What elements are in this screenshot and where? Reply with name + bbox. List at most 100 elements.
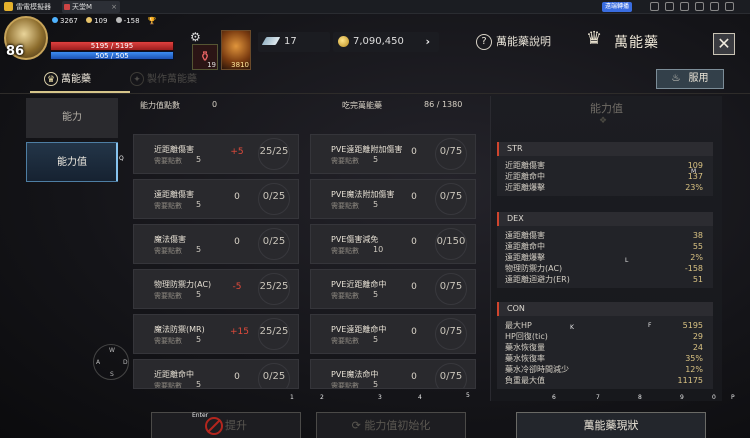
stat-card-name: 魔法傷害: [154, 235, 186, 244]
elixir-status-button[interactable]: 萬能藥現狀: [516, 412, 706, 438]
elixir-tab-icon: ♛: [44, 72, 58, 86]
reset-stats-button[interactable]: ⟳ 能力值初始化: [316, 412, 466, 438]
keyhint-f: F: [648, 322, 652, 329]
stat-card-bonus: -5: [232, 282, 242, 292]
stat-card-need-value: 5: [373, 290, 379, 299]
stat-card[interactable]: 近距離命中 需要點數 5 0 0/25: [133, 359, 299, 389]
stat-row-label: 遠距離傷害: [505, 231, 545, 240]
eaten-value: 86 / 1380: [424, 100, 463, 109]
virtual-joystick[interactable]: W A S D: [93, 344, 129, 380]
keyhint-2: 2: [320, 394, 324, 401]
stat-row: 最大HP 5195: [497, 320, 713, 331]
hud-stats: 3267 109 -158 🏆: [52, 17, 163, 25]
stat-row-label: 遠距離迴避力(ER): [505, 275, 570, 284]
stat-card[interactable]: PVE近距離命中 需要點數 5 0 0/75: [310, 269, 476, 309]
stat-row-label: 物理防禦力(AC): [505, 264, 563, 273]
stat-row-label: HP回復(tic): [505, 332, 548, 341]
keyhint-9: 9: [680, 394, 684, 401]
stat-card[interactable]: 魔法傷害 需要點數 5 0 0/25: [133, 224, 299, 264]
stat-card-progress: 0/25: [262, 191, 286, 202]
stat-card[interactable]: PVE傷害減免 需要點數 10 0 0/150: [310, 224, 476, 264]
stat-row-label: 藥水恢復率: [505, 354, 545, 363]
stat-card-need-value: 5: [373, 380, 379, 389]
stat-card-name: PVE魔法附加傷害: [331, 190, 395, 199]
stat-row-value: 2%: [690, 253, 703, 262]
help-button[interactable]: ? 萬能藥說明: [476, 33, 551, 50]
maximize-icon[interactable]: [710, 2, 719, 11]
stat-card-need-label: 需要點數: [154, 382, 182, 389]
stat-card[interactable]: PVE遠距離命中 需要點數 5 0 0/75: [310, 314, 476, 354]
question-icon: ?: [476, 34, 492, 50]
emulator-tab[interactable]: 天堂M ×: [62, 1, 120, 13]
potion-slot[interactable]: ⚱ 19: [192, 44, 218, 70]
points-value: 0: [212, 100, 218, 109]
page-title: 萬能藥: [614, 35, 659, 51]
keyhint-5: 5: [466, 392, 470, 399]
stat-card-bonus: +5: [230, 147, 244, 157]
stat-row: 藥水恢復率 35%: [497, 353, 713, 364]
window-close-icon[interactable]: [725, 2, 734, 11]
armor-icon: [115, 17, 122, 23]
raise-button[interactable]: 提升: [151, 412, 301, 438]
stat-card[interactable]: 近距離傷害 需要點數 5 +5 25/25: [133, 134, 299, 174]
settings-icon[interactable]: [680, 2, 689, 11]
stat-card-need-label: 需要點數: [154, 337, 182, 345]
window-controls: [650, 2, 740, 14]
chevron-right-icon[interactable]: ›: [425, 32, 430, 52]
keyhint-6: 6: [552, 394, 556, 401]
keyhint-enter: Enter: [192, 412, 209, 419]
tab-close-icon[interactable]: ×: [111, 1, 117, 13]
keyhint-a: A: [96, 359, 101, 366]
stat-card-bonus: 0: [234, 192, 240, 202]
stat-card-need-label: 需要點數: [154, 292, 182, 300]
keyhint-1: 1: [290, 394, 294, 401]
stat-card[interactable]: PVE遠距離附加傷害 需要點數 5 0 0/75: [310, 134, 476, 174]
game-screen: 86 3267 109 -158 🏆 5195 / 5195 505 / 505…: [0, 14, 750, 438]
stat-group-header: STR: [497, 142, 713, 156]
sidebar-item-stats[interactable]: 能力值: [26, 142, 118, 182]
sidebar-item-ability[interactable]: 能力: [26, 98, 118, 138]
tab-craft-elixir[interactable]: ✦ 製作萬能藥: [130, 70, 197, 90]
skill-count: 3810: [231, 61, 249, 69]
stat-card-need-value: 5: [196, 335, 202, 344]
stat-card-name: 魔法防禦(MR): [154, 325, 205, 334]
stat-card[interactable]: PVE魔法附加傷害 需要點數 5 0 0/75: [310, 179, 476, 219]
stat-row-value: 24: [692, 343, 703, 352]
stat-row-value: 38: [692, 231, 703, 240]
close-button[interactable]: ✕: [713, 33, 735, 55]
stat-card-name: PVE魔法命中: [331, 370, 379, 379]
stat-row: 遠距離命中 55: [497, 241, 713, 252]
stat-card[interactable]: 魔法防禦(MR) 需要點數 5 +15 25/25: [133, 314, 299, 354]
tab-elixir[interactable]: ♛ 萬能藥: [44, 70, 91, 90]
stat-row-value: 11175: [677, 376, 703, 385]
stat-card-progress: 0/75: [439, 281, 463, 292]
stat-card-need-label: 需要點數: [331, 292, 359, 300]
character-level: 86: [6, 44, 25, 59]
stat-card-bonus: 0: [411, 372, 417, 382]
stat-row: 藥水恢復量 24: [497, 342, 713, 353]
stat-card-need-label: 需要點數: [154, 247, 182, 255]
hp-text: 5195 / 5195: [90, 42, 134, 50]
keyhint-l: L: [625, 257, 629, 264]
menu-icon[interactable]: [665, 2, 674, 11]
stat-card-progress: 25/25: [259, 326, 289, 337]
stat-card[interactable]: PVE魔法命中 需要點數 5 0 0/75: [310, 359, 476, 389]
stat-card-name: PVE遠距離命中: [331, 325, 387, 334]
user-icon[interactable]: [650, 2, 659, 11]
sword-icon: [86, 17, 93, 23]
stat-card-name: 近距離傷害: [154, 145, 194, 154]
stat-card[interactable]: 物理防禦力(AC) 需要點數 5 -5 25/25: [133, 269, 299, 309]
hud-stat-1: 3267: [52, 17, 78, 25]
stat-card-progress: 0/75: [439, 191, 463, 202]
stat-card[interactable]: 遠距離傷害 需要點數 5 0 0/25: [133, 179, 299, 219]
game-tab-icon: [64, 4, 70, 10]
remote-stream-button[interactable]: 遠端轉播: [602, 2, 633, 12]
skill-slot[interactable]: 3810: [221, 30, 251, 70]
minimize-icon[interactable]: [695, 2, 704, 11]
use-button[interactable]: ♨ 服用: [656, 69, 724, 89]
stat-card-need-value: 5: [196, 200, 202, 209]
gear-icon[interactable]: ⚙: [190, 30, 201, 44]
stat-card-need-value: 5: [196, 155, 202, 164]
gold-currency: 7,090,450 ›: [333, 32, 439, 52]
stat-group-str: STR 近距離傷害 109 近距離命中 137 近距離爆擊 23%: [497, 142, 713, 196]
